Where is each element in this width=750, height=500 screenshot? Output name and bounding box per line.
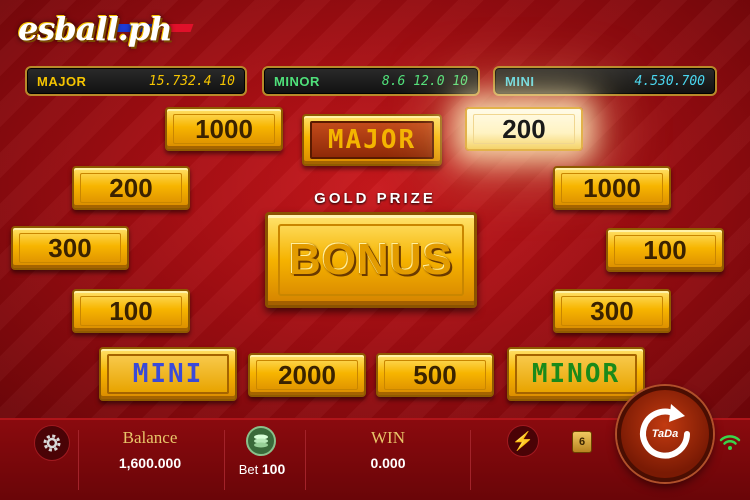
settings-gear-icon[interactable] — [34, 425, 70, 461]
gear-icon — [43, 434, 61, 452]
jackpot-major: MAJOR 15.732.4 10 — [25, 66, 247, 96]
prize-tile-100-right[interactable]: 100 — [606, 228, 724, 272]
jackpot-minor-value: 8.6 12.0 10 — [381, 73, 468, 89]
gold-prize-title: GOLD PRIZE — [314, 190, 436, 207]
prize-tile-value: MINI — [107, 354, 229, 394]
jackpot-minor-label: MINOR — [274, 73, 320, 89]
prize-tile-100-left[interactable]: 100 — [72, 289, 190, 333]
jackpot-mini-value: 4.530.700 — [634, 73, 705, 89]
logo-text: esball.ph — [18, 10, 173, 48]
prize-tile-value: 500 — [384, 360, 486, 390]
prize-tile-minor[interactable]: MINOR — [507, 347, 645, 401]
spin-button[interactable]: TaDa — [617, 386, 713, 482]
win-value: 0.000 — [370, 455, 406, 471]
prize-tile-value: 300 — [561, 296, 663, 326]
prize-tile-value: 1000 — [173, 114, 275, 144]
prize-tile-2000[interactable]: 2000 — [248, 353, 366, 397]
balance-value: 1,600.000 — [118, 455, 182, 471]
prize-tile-value: 1000 — [561, 173, 663, 203]
prize-tile-200-highlighted[interactable]: 200 — [465, 107, 583, 151]
spin-label: TaDa — [651, 428, 679, 440]
bonus-tile[interactable]: BONUS — [265, 212, 477, 308]
jackpot-major-value: 15.732.4 10 — [148, 73, 235, 89]
esball-logo: esball.ph — [18, 10, 194, 60]
lightning-icon: ⚡ — [511, 430, 535, 451]
prize-tile-300-left[interactable]: 300 — [11, 226, 129, 270]
prize-tile-200-left[interactable]: 200 — [72, 166, 190, 210]
bet-label: Bet — [238, 462, 259, 477]
prize-tile-mini[interactable]: MINI — [99, 347, 237, 401]
bet-value: 100 — [261, 461, 286, 477]
win-label: WIN — [371, 428, 405, 447]
divider — [224, 430, 225, 490]
prize-tile-value: MINOR — [515, 354, 637, 394]
prize-tile-value: 200 — [473, 114, 575, 144]
jackpot-major-label: MAJOR — [37, 73, 87, 89]
prize-tile-value: 200 — [80, 173, 182, 203]
prize-tile-value: 300 — [19, 233, 121, 263]
prize-tile-300-right[interactable]: 300 — [553, 289, 671, 333]
bet-chip-button[interactable] — [246, 426, 276, 456]
prize-tile-value: 100 — [614, 235, 716, 265]
bet-display: Bet 100 — [232, 461, 292, 477]
prize-tile-major[interactable]: MAJOR — [302, 114, 442, 166]
bonus-label: BONUS — [278, 224, 464, 296]
divider — [305, 430, 306, 490]
prize-tile-value: 100 — [80, 296, 182, 326]
wifi-icon — [719, 433, 741, 456]
divider — [78, 430, 79, 490]
prize-tile-value: MAJOR — [310, 121, 434, 159]
jackpot-mini: MINI 4.530.700 — [493, 66, 717, 96]
game-board: esball.ph MAJOR 15.732.4 10 MINOR 8.6 12… — [0, 0, 750, 418]
prize-tile-value: 2000 — [256, 360, 358, 390]
jackpot-mini-label: MINI — [505, 73, 535, 89]
balance-label: Balance — [122, 428, 178, 447]
prize-tile-1000-left[interactable]: 1000 — [165, 107, 283, 151]
jackpot-minor: MINOR 8.6 12.0 10 — [262, 66, 480, 96]
turbo-button[interactable]: ⚡ — [507, 425, 539, 457]
auto-spin-count-badge[interactable]: 6 — [572, 431, 592, 453]
prize-tile-1000-right[interactable]: 1000 — [553, 166, 671, 210]
chip-stack-icon — [254, 434, 268, 448]
prize-tile-500[interactable]: 500 — [376, 353, 494, 397]
divider — [470, 430, 471, 490]
